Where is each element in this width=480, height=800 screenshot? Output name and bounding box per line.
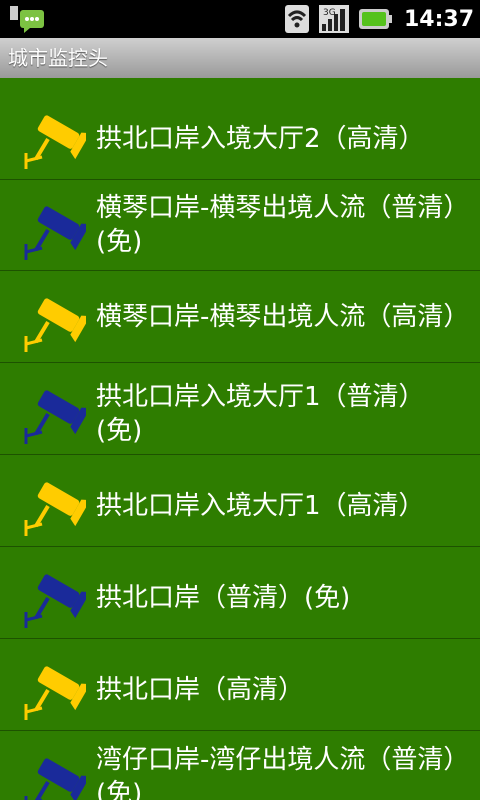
camera-label: 拱北口岸（普清）(免) <box>96 582 351 613</box>
list-item[interactable]: 拱北口岸（高清） <box>0 639 480 731</box>
blue-camera-icon <box>0 180 96 270</box>
camera-label: 拱北口岸入境大厅1（高清） <box>96 490 425 521</box>
camera-list[interactable]: 拱北口岸入境大厅2（高清） 横琴口岸-横琴出境人流（普清）(免) 横琴口岸-横琴… <box>0 78 480 800</box>
list-item[interactable]: 拱北口岸入境大厅2（高清） <box>0 78 480 180</box>
list-item[interactable]: 拱北口岸入境大厅1（高清） <box>0 455 480 547</box>
camera-label: 横琴口岸-横琴出境人流（普清）(免) <box>96 193 470 257</box>
camera-label: 横琴口岸-横琴出境人流（高清） <box>96 301 470 332</box>
list-item[interactable]: 拱北口岸入境大厅1（普清）(免) <box>0 363 480 455</box>
yellow-camera-icon <box>0 78 96 179</box>
list-item[interactable]: 横琴口岸-横琴出境人流（普清）(免) <box>0 180 480 271</box>
list-item[interactable]: 拱北口岸（普清）(免) <box>0 547 480 639</box>
camera-label: 拱北口岸（高清） <box>96 674 305 705</box>
app-title-bar: 城市监控头 <box>0 38 480 78</box>
camera-label: 拱北口岸入境大厅2（高清） <box>96 123 425 154</box>
page-title: 城市监控头 <box>8 46 108 70</box>
blue-camera-icon <box>0 363 96 454</box>
blue-camera-icon <box>0 731 96 800</box>
camera-label: 湾仔口岸-湾仔出境人流（普清）(免) <box>96 744 470 800</box>
wifi-icon <box>284 5 309 33</box>
blue-camera-icon <box>0 547 96 638</box>
yellow-camera-icon <box>0 639 96 730</box>
list-item[interactable]: 湾仔口岸-湾仔出境人流（普清）(免) <box>0 731 480 800</box>
camera-label: 拱北口岸入境大厅1（普清）(免) <box>96 381 425 446</box>
yellow-camera-icon <box>0 455 96 546</box>
list-item[interactable]: 横琴口岸-横琴出境人流（高清） <box>0 271 480 363</box>
yellow-camera-icon <box>0 271 96 362</box>
clock: 14:37 <box>403 6 474 32</box>
network-type: 3G <box>323 8 336 18</box>
status-bar: 3G 14:37 <box>0 0 480 38</box>
sms-notification-icon[interactable] <box>8 4 46 34</box>
signal-icon: 3G <box>318 5 349 33</box>
battery-icon <box>358 9 392 29</box>
